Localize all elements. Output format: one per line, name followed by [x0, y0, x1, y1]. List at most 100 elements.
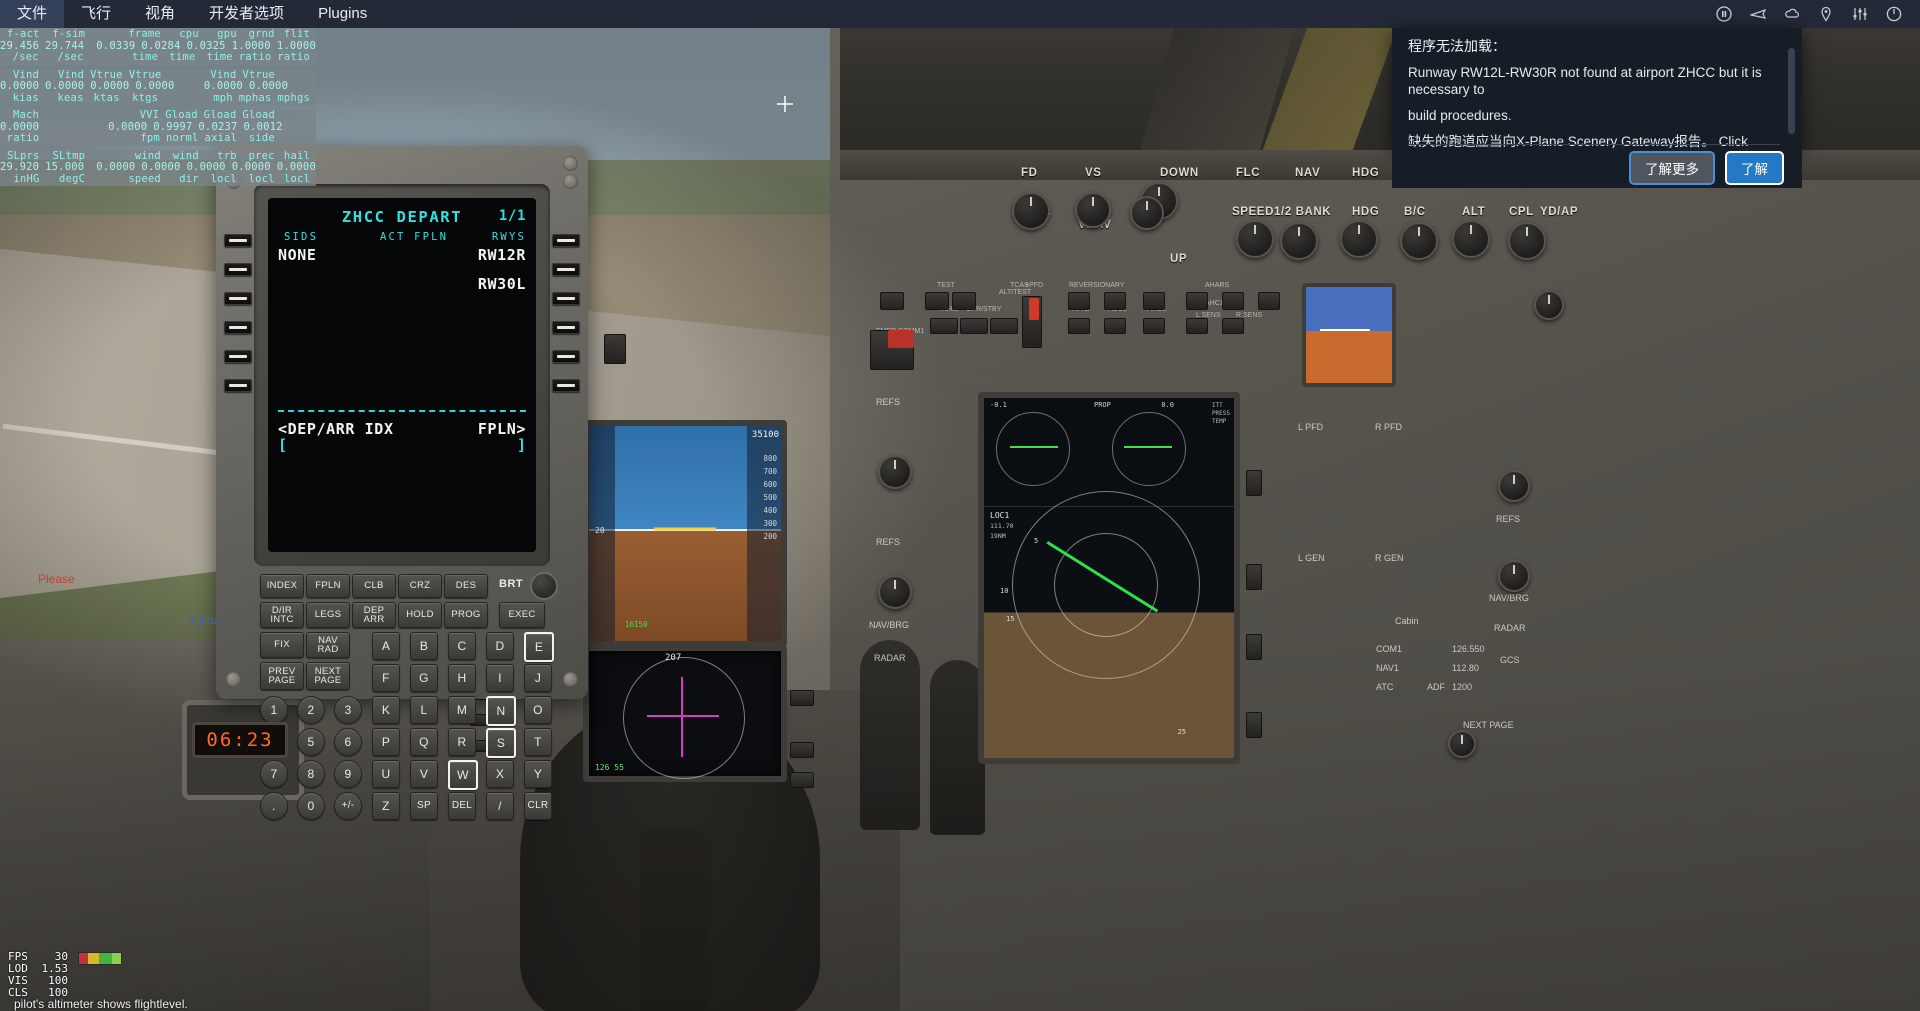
- key-0[interactable]: 0: [297, 792, 325, 820]
- panel-knob[interactable]: [878, 455, 912, 489]
- panel-knob[interactable]: [1452, 220, 1490, 258]
- key-b[interactable]: B: [410, 632, 438, 660]
- panel-knob[interactable]: [1508, 222, 1546, 260]
- panel-knob[interactable]: [1075, 192, 1111, 228]
- lsk-r6[interactable]: [552, 379, 580, 392]
- key-5[interactable]: 5: [297, 728, 325, 756]
- cdu-right-entry-0[interactable]: RW12R: [478, 246, 526, 264]
- key-7[interactable]: 7: [260, 760, 288, 788]
- key-dep-arr[interactable]: DEP ARR: [352, 602, 396, 628]
- key-des[interactable]: DES: [444, 574, 488, 598]
- key-m[interactable]: M: [448, 696, 476, 724]
- panel-knob[interactable]: [1498, 560, 1530, 592]
- key-hold[interactable]: HOLD: [398, 602, 442, 628]
- panel-button[interactable]: [1068, 318, 1090, 334]
- panel-button[interactable]: [952, 292, 976, 310]
- key-plusminus[interactable]: +/-: [334, 792, 362, 820]
- panel-button[interactable]: [1246, 712, 1262, 738]
- key-n[interactable]: N: [486, 696, 516, 726]
- navigation-display[interactable]: 207 126 55: [583, 645, 787, 782]
- key-i[interactable]: I: [486, 664, 514, 692]
- panel-knob[interactable]: [1448, 730, 1476, 758]
- error-dialog[interactable]: 程序无法加载： Runway RW12L-RW30R not found at …: [1392, 28, 1802, 148]
- panel-button[interactable]: [1186, 318, 1208, 334]
- primary-flight-display[interactable]: 35100 800 700 600 500 400 300 200 20 161…: [583, 420, 787, 647]
- standby-instrument[interactable]: [1302, 283, 1396, 387]
- application-menubar[interactable]: 文件 飞行 视角 开发者选项 Plugins: [0, 0, 1920, 28]
- cdu-footer-left[interactable]: <DEP/ARR IDX: [278, 420, 394, 438]
- cdu-scratchpad-right[interactable]: ]: [517, 436, 526, 454]
- panel-button[interactable]: [1222, 292, 1244, 310]
- learn-more-button[interactable]: 了解更多: [1629, 151, 1715, 185]
- key-index[interactable]: INDEX: [260, 574, 304, 598]
- key-sp[interactable]: SP: [410, 792, 438, 820]
- key-fix[interactable]: FIX: [260, 632, 304, 658]
- cdu-screen[interactable]: ZHCC DEPART 1/1 SIDS ACT FPLN RWYS NONE …: [268, 198, 536, 552]
- key-c[interactable]: C: [448, 632, 476, 660]
- key-fpln[interactable]: FPLN: [306, 574, 350, 598]
- key-q[interactable]: Q: [410, 728, 438, 756]
- lsk-r1[interactable]: [552, 234, 580, 247]
- sliders-icon[interactable]: [1852, 6, 1868, 22]
- cdu-right-entry-1[interactable]: RW30L: [478, 275, 526, 293]
- annunciator-light[interactable]: [888, 330, 914, 348]
- panel-knob[interactable]: [1340, 220, 1378, 258]
- key-j[interactable]: J: [524, 664, 552, 692]
- menubar-icon-group[interactable]: [1716, 6, 1920, 22]
- key-prev-page[interactable]: PREV PAGE: [260, 662, 304, 690]
- menu-plugins[interactable]: Plugins: [301, 0, 384, 28]
- lsk-l1[interactable]: [224, 234, 252, 247]
- panel-button[interactable]: [1258, 292, 1280, 310]
- key-clr[interactable]: CLR: [524, 792, 552, 820]
- lsk-l6[interactable]: [224, 379, 252, 392]
- panel-knob[interactable]: [1280, 222, 1318, 260]
- key-next-page[interactable]: NEXT PAGE: [306, 662, 350, 690]
- panel-button[interactable]: [1143, 318, 1165, 334]
- panel-button[interactable]: [790, 690, 814, 706]
- panel-button[interactable]: [925, 292, 949, 310]
- key-f[interactable]: F: [372, 664, 400, 692]
- panel-knob[interactable]: [1400, 222, 1438, 260]
- key-d[interactable]: D: [486, 632, 514, 660]
- key-g[interactable]: G: [410, 664, 438, 692]
- lsk-r4[interactable]: [552, 321, 580, 334]
- menu-file[interactable]: 文件: [0, 0, 65, 28]
- key-y[interactable]: Y: [524, 760, 552, 788]
- key-x[interactable]: X: [486, 760, 514, 788]
- key-s[interactable]: S: [486, 728, 516, 758]
- lsk-l2[interactable]: [224, 263, 252, 276]
- key-t[interactable]: T: [524, 728, 552, 756]
- key-k[interactable]: K: [372, 696, 400, 724]
- panel-button[interactable]: [1246, 634, 1262, 660]
- ok-button[interactable]: 了解: [1725, 151, 1784, 185]
- pause-icon[interactable]: [1716, 6, 1732, 22]
- key-1[interactable]: 1: [260, 696, 288, 724]
- panel-button[interactable]: [1068, 292, 1090, 310]
- panel-knob[interactable]: [878, 575, 912, 609]
- key-3[interactable]: 3: [334, 696, 362, 724]
- key-exec[interactable]: EXEC: [499, 602, 545, 628]
- key-2[interactable]: 2: [297, 696, 325, 724]
- key-h[interactable]: H: [448, 664, 476, 692]
- location-icon[interactable]: [1818, 6, 1834, 22]
- panel-knob[interactable]: [1534, 290, 1564, 320]
- panel-button[interactable]: [1246, 470, 1262, 496]
- key-prog[interactable]: PROG: [444, 602, 488, 628]
- power-icon[interactable]: [1886, 6, 1902, 22]
- key-r[interactable]: R: [448, 728, 476, 756]
- key-legs[interactable]: LEGS: [306, 602, 350, 628]
- panel-button[interactable]: [1143, 292, 1165, 310]
- key-v[interactable]: V: [410, 760, 438, 788]
- panel-button[interactable]: [790, 742, 814, 758]
- menu-view[interactable]: 视角: [128, 0, 192, 28]
- key-w[interactable]: W: [448, 760, 478, 790]
- lsk-l4[interactable]: [224, 321, 252, 334]
- key-dir-intc[interactable]: D/IR INTC: [260, 602, 304, 628]
- panel-knob[interactable]: [1012, 192, 1050, 230]
- panel-button[interactable]: [960, 318, 988, 334]
- key-dot[interactable]: .: [260, 792, 288, 820]
- menu-developer[interactable]: 开发者选项: [192, 0, 301, 28]
- key-l[interactable]: L: [410, 696, 438, 724]
- panel-button[interactable]: [1222, 318, 1244, 334]
- cloud-icon[interactable]: [1784, 6, 1800, 22]
